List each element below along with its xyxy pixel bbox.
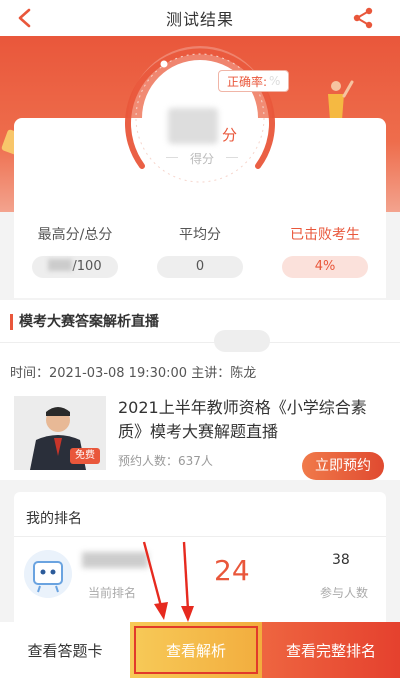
red-arrow-annotation [142, 541, 194, 622]
avatar [24, 550, 72, 598]
accuracy-value: % [269, 74, 281, 88]
free-badge: 免费 [70, 448, 100, 464]
current-rank-value: 24 [214, 554, 250, 587]
stats-row: 最高分/总分 /100 平均分 0 已击败考生 4% [14, 212, 386, 288]
stat-beaten: 已击败考生 4% [270, 224, 380, 278]
my-ranking-card: 我的排名 当前排名 24 38 参与人数 [14, 492, 386, 632]
page-title: 测试结果 [165, 10, 234, 29]
username-blurred [82, 552, 148, 568]
stat-average-label: 平均分 [179, 227, 221, 243]
divider [14, 536, 386, 537]
accuracy-tag: 正确率: % [218, 70, 290, 92]
book-now-button[interactable]: 立即预约 [302, 452, 384, 480]
course-title[interactable]: 2021上半年教师资格《小学综合素质》模考大赛解题直播 [118, 396, 388, 444]
live-meta: 时间：2021-03-08 19:30:00 主讲：陈龙 [10, 366, 257, 381]
stat-beaten-label: 已击败考生 [290, 227, 360, 243]
stat-average-value: 0 [157, 256, 243, 278]
section-title: 模考大赛答案解析直播 [10, 314, 159, 330]
drag-handle [214, 330, 270, 352]
current-rank-label: 当前排名 [88, 586, 137, 600]
stat-highest-value: /100 [72, 259, 102, 274]
chevron-left-icon[interactable] [16, 8, 34, 28]
stat-highest-label: 最高分/总分 [37, 227, 113, 243]
view-full-ranking-button[interactable]: 查看完整排名 [262, 622, 400, 678]
score-label: 得分 [162, 150, 242, 167]
score-value-blurred [168, 108, 218, 144]
lecturer-thumbnail[interactable]: 免费 [14, 396, 106, 470]
blurred-score [48, 259, 73, 271]
test-result-page: 测试结果 正确率: % 分 得分 最高分/总分 /100 平均分 0 已击败考生… [0, 0, 400, 678]
live-broadcast-section: 模考大赛答案解析直播 时间：2021-03-08 19:30:00 主讲：陈龙 … [0, 300, 400, 480]
stat-average: 平均分 0 [145, 224, 255, 278]
booking-count: 预约人数：637人 [118, 454, 213, 468]
divider [0, 342, 400, 343]
score-unit: 分 [222, 126, 238, 144]
stat-highest: 最高分/总分 /100 [20, 224, 130, 278]
participants-label: 参与人数 [320, 586, 369, 600]
participants-count: 38 [332, 552, 350, 568]
view-answer-card-button[interactable]: 查看答题卡 [0, 622, 130, 678]
view-analysis-button[interactable]: 查看解析 [130, 622, 262, 678]
ranking-title: 我的排名 [26, 511, 82, 527]
bottom-action-bar: 查看答题卡 查看解析 查看完整排名 [0, 622, 400, 678]
stat-highest-value-pill: /100 [32, 256, 118, 278]
top-nav-bar: 测试结果 [0, 0, 400, 36]
stat-beaten-value: 4% [282, 256, 368, 278]
accuracy-label: 正确率: [227, 74, 268, 89]
share-icon[interactable] [352, 7, 374, 29]
